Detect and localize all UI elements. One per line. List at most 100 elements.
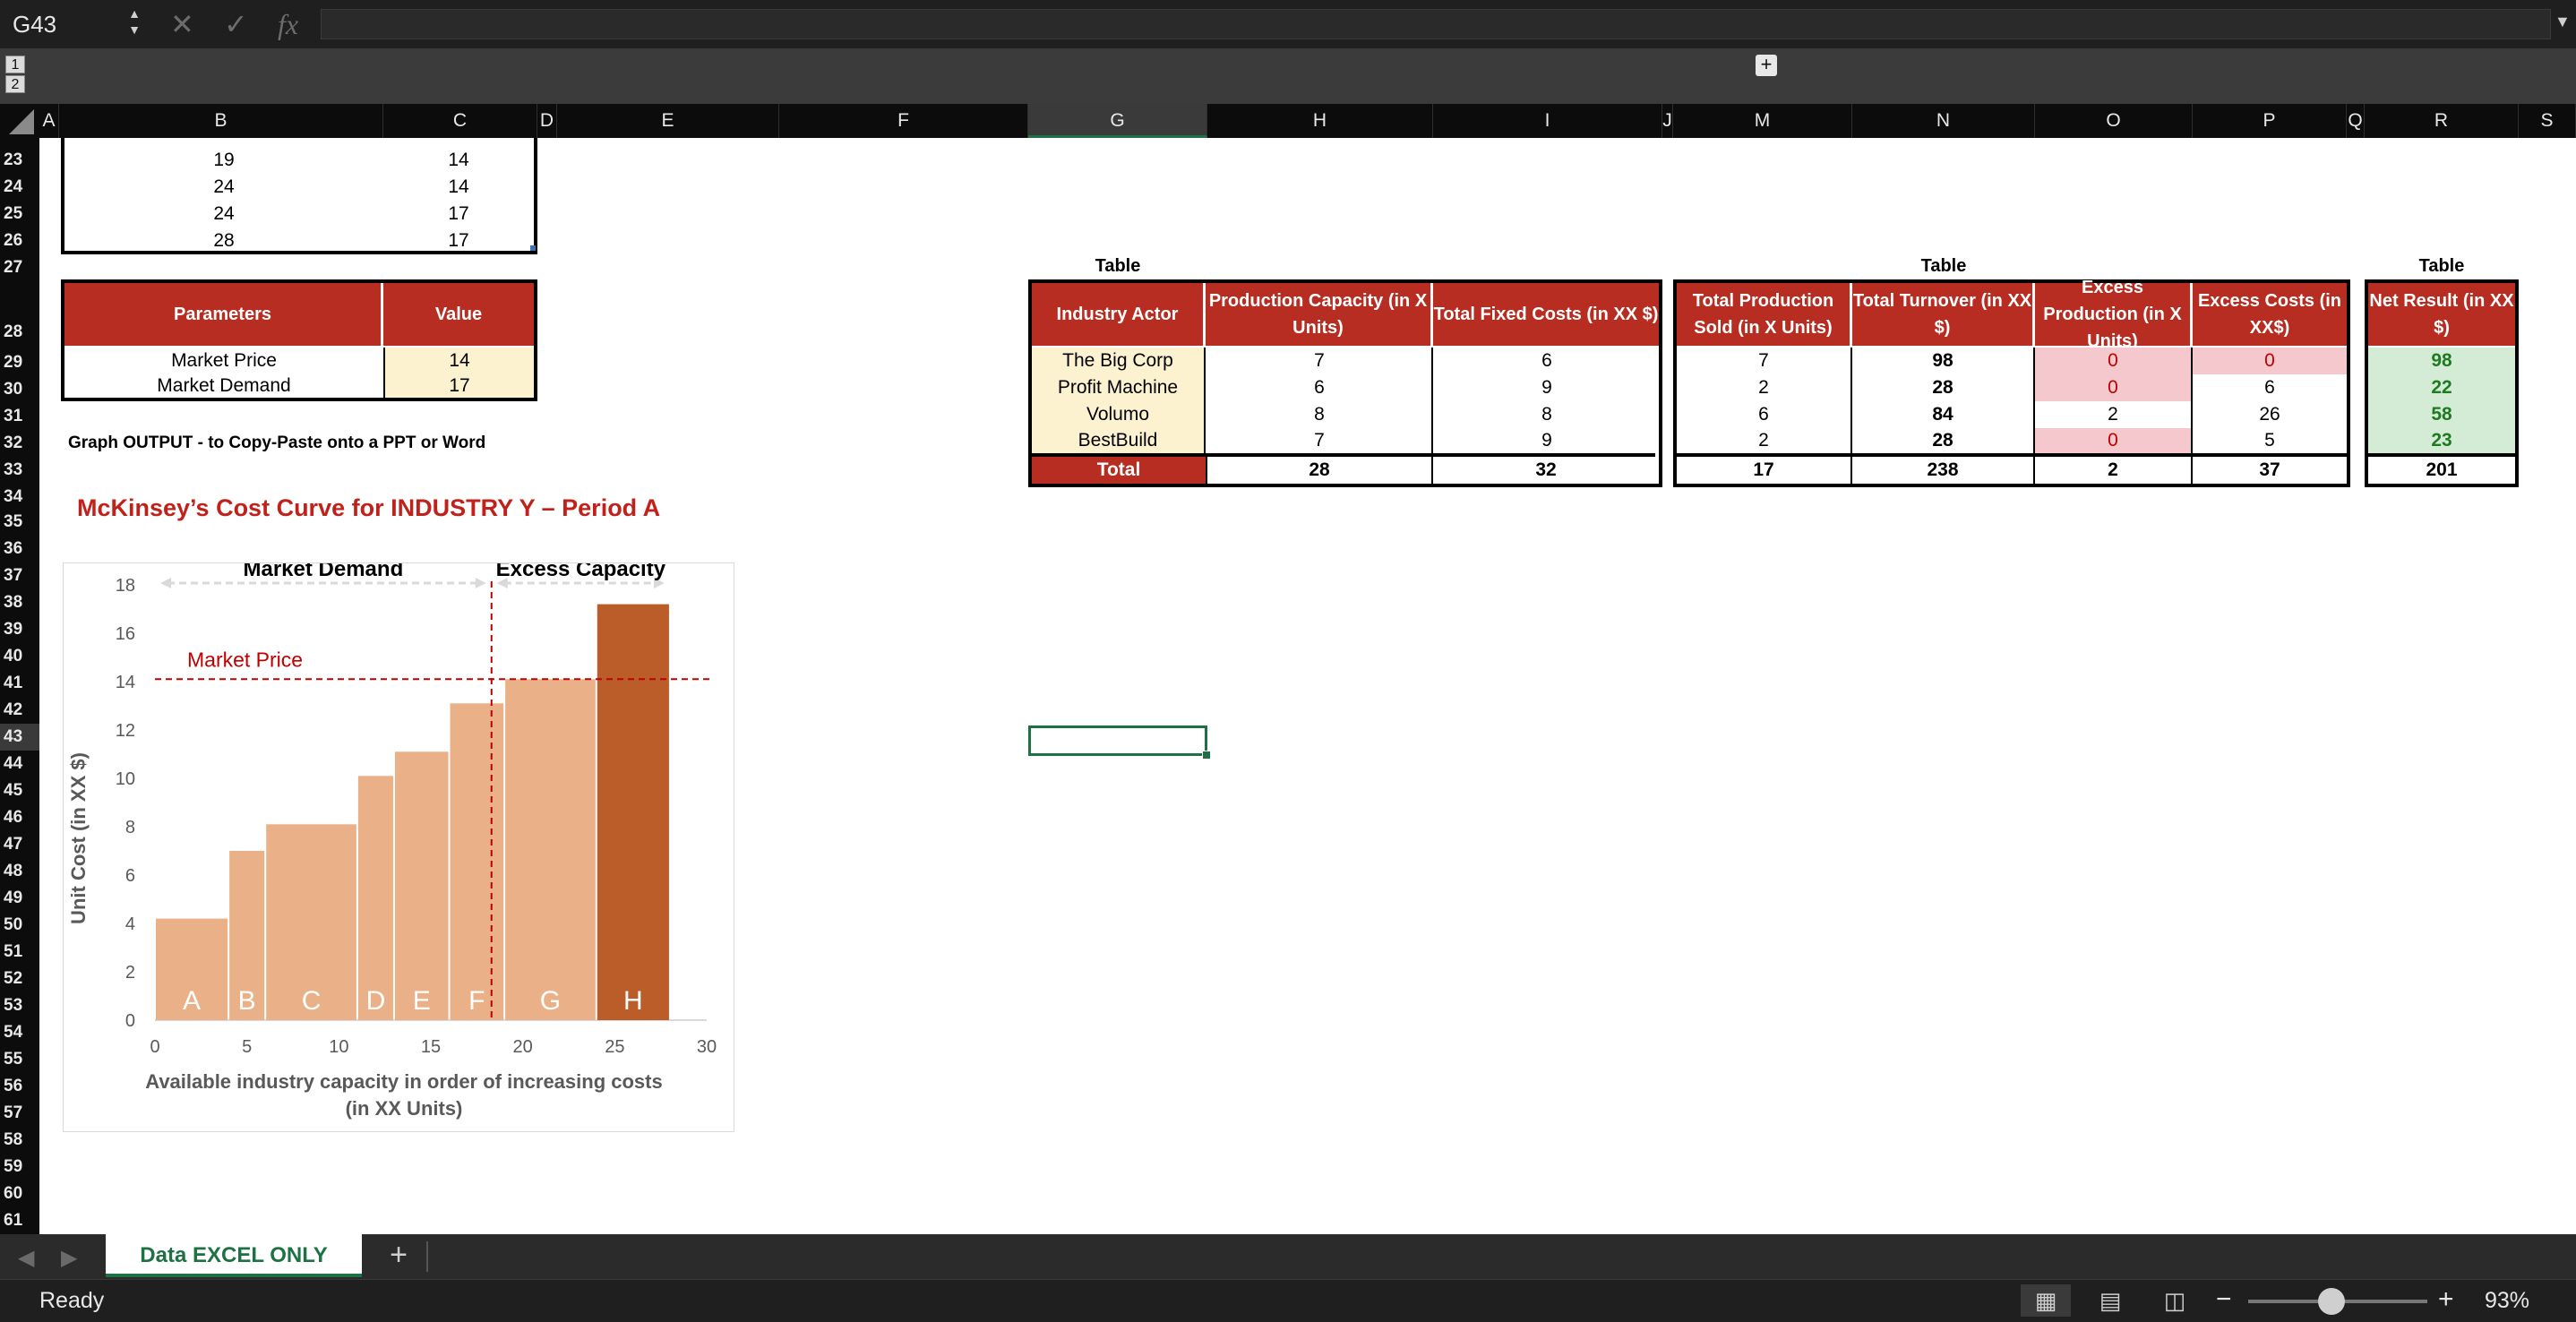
result-cell[interactable]: 0 — [2035, 374, 2193, 401]
row-header-60[interactable]: 60 — [0, 1180, 39, 1207]
result-cell[interactable]: 2 — [1677, 428, 1852, 453]
column-header-o[interactable]: O — [2035, 104, 2193, 138]
column-header-q[interactable]: Q — [2347, 104, 2365, 138]
fixed-cost-cell[interactable]: 6 — [1435, 348, 1659, 374]
cancel-icon[interactable]: ✕ — [170, 7, 194, 41]
column-header-n[interactable]: N — [1852, 104, 2035, 138]
row-header-24[interactable]: 24 — [0, 174, 39, 201]
actor-name-cell[interactable]: Profit Machine — [1032, 374, 1206, 401]
row-header-38[interactable]: 38 — [0, 589, 39, 616]
sheet-tab-data-excel-only[interactable]: Data EXCEL ONLY — [106, 1234, 362, 1277]
tab-scroll-left-icon[interactable]: ◀ — [18, 1245, 34, 1271]
result-cell[interactable]: 0 — [2035, 348, 2193, 374]
column-header-d[interactable]: D — [537, 104, 557, 138]
row-header-34[interactable]: 34 — [0, 484, 39, 511]
result-total-cell[interactable]: 2 — [2035, 457, 2193, 484]
column-header-g[interactable]: G — [1028, 104, 1207, 138]
column-header-f[interactable]: F — [779, 104, 1028, 138]
row-header-45[interactable]: 45 — [0, 777, 39, 804]
select-all-corner[interactable] — [0, 104, 39, 138]
param-name-cell[interactable]: Market Demand — [64, 374, 383, 398]
row-header-56[interactable]: 56 — [0, 1073, 39, 1100]
row-header-52[interactable]: 52 — [0, 966, 39, 992]
fixed-cost-cell[interactable]: 8 — [1435, 401, 1659, 428]
result-total-cell[interactable]: 17 — [1677, 457, 1852, 484]
row-header-55[interactable]: 55 — [0, 1046, 39, 1073]
data-cell[interactable]: 17 — [383, 201, 534, 227]
confirm-icon[interactable]: ✓ — [224, 7, 248, 41]
row-header-57[interactable]: 57 — [0, 1100, 39, 1127]
row-header-29[interactable]: 29 — [0, 349, 39, 376]
column-header-h[interactable]: H — [1207, 104, 1433, 138]
formula-input[interactable] — [321, 9, 2551, 39]
active-cell-g43[interactable] — [1028, 725, 1207, 756]
column-header-m[interactable]: M — [1673, 104, 1852, 138]
column-header-r[interactable]: R — [2365, 104, 2519, 138]
row-header-43[interactable]: 43 — [0, 724, 39, 751]
add-sheet-button[interactable]: + — [376, 1234, 421, 1277]
capacity-cell[interactable]: 6 — [1207, 374, 1433, 401]
data-cell[interactable]: 24 — [64, 174, 383, 201]
outline-level-2-button[interactable]: 2 — [5, 75, 25, 93]
name-box-stepper[interactable]: ▲ ▼ — [125, 5, 143, 38]
row-header-44[interactable]: 44 — [0, 751, 39, 777]
fixed-cost-cell[interactable]: 9 — [1435, 428, 1659, 453]
formula-expand-icon[interactable]: ▼ — [2555, 13, 2571, 31]
row-header-37[interactable]: 37 — [0, 562, 39, 589]
result-cell[interactable]: 26 — [2193, 401, 2347, 428]
result-cell[interactable]: 6 — [2193, 374, 2347, 401]
actor-name-cell[interactable]: BestBuild — [1032, 428, 1206, 453]
net-result-cell[interactable]: 58 — [2368, 401, 2515, 428]
row-header-61[interactable]: 61 — [0, 1207, 39, 1234]
zoom-slider-thumb[interactable] — [2318, 1288, 2345, 1315]
row-header-46[interactable]: 46 — [0, 804, 39, 831]
fill-handle[interactable] — [1202, 751, 1211, 760]
zoom-out-button[interactable]: − — [2216, 1279, 2232, 1320]
data-cell[interactable]: 19 — [64, 147, 383, 174]
row-header-27[interactable]: 27 — [0, 254, 39, 281]
page-layout-view-icon[interactable]: ▤ — [2085, 1284, 2135, 1317]
param-name-cell[interactable]: Market Price — [64, 348, 383, 374]
result-cell[interactable]: 6 — [1677, 401, 1852, 428]
outline-expand-button[interactable]: + — [1756, 55, 1777, 76]
row-header-41[interactable]: 41 — [0, 670, 39, 697]
row-header-49[interactable]: 49 — [0, 885, 39, 912]
actor-name-cell[interactable]: The Big Corp — [1032, 348, 1206, 374]
row-header-54[interactable]: 54 — [0, 1019, 39, 1046]
row-header-53[interactable]: 53 — [0, 992, 39, 1019]
total-fixed-cost-cell[interactable]: 32 — [1433, 457, 1659, 484]
row-header-23[interactable]: 23 — [0, 147, 39, 174]
row-header-39[interactable]: 39 — [0, 616, 39, 643]
capacity-cell[interactable]: 8 — [1207, 401, 1433, 428]
result-cell[interactable]: 2 — [1677, 374, 1852, 401]
column-header-p[interactable]: P — [2193, 104, 2347, 138]
row-header-59[interactable]: 59 — [0, 1154, 39, 1180]
row-header-31[interactable]: 31 — [0, 403, 39, 430]
outline-level-1-button[interactable]: 1 — [5, 56, 25, 73]
row-header-26[interactable]: 26 — [0, 227, 39, 254]
row-header-50[interactable]: 50 — [0, 912, 39, 939]
row-header-30[interactable]: 30 — [0, 376, 39, 403]
row-header-40[interactable]: 40 — [0, 643, 39, 670]
column-header-a[interactable]: A — [39, 104, 59, 138]
row-header-28[interactable]: 28 — [0, 283, 39, 349]
column-header-c[interactable]: C — [383, 104, 537, 138]
row-header-35[interactable]: 35 — [0, 509, 39, 536]
zoom-in-button[interactable]: + — [2438, 1279, 2454, 1320]
param-value-cell[interactable]: 14 — [383, 348, 534, 374]
result-total-cell[interactable]: 37 — [2193, 457, 2347, 484]
cost-curve-chart[interactable]: 0 2 4 6 8 10 12 14 16 18 0 5 10 15 20 25 30 A B C D E F G H Marke… — [63, 557, 734, 1132]
row-header-51[interactable]: 51 — [0, 939, 39, 966]
data-cell[interactable]: 24 — [64, 201, 383, 227]
normal-view-icon[interactable]: ▦ — [2021, 1284, 2071, 1317]
column-header-e[interactable]: E — [557, 104, 779, 138]
data-cell[interactable]: 28 — [64, 227, 383, 254]
row-header-25[interactable]: 25 — [0, 201, 39, 227]
column-header-j[interactable]: J — [1662, 104, 1673, 138]
result-cell[interactable]: 7 — [1677, 348, 1852, 374]
column-header-i[interactable]: I — [1433, 104, 1662, 138]
param-value-cell[interactable]: 17 — [383, 374, 534, 398]
capacity-cell[interactable]: 7 — [1207, 348, 1433, 374]
total-capacity-cell[interactable]: 28 — [1206, 457, 1433, 484]
result-total-cell[interactable]: 238 — [1852, 457, 2035, 484]
